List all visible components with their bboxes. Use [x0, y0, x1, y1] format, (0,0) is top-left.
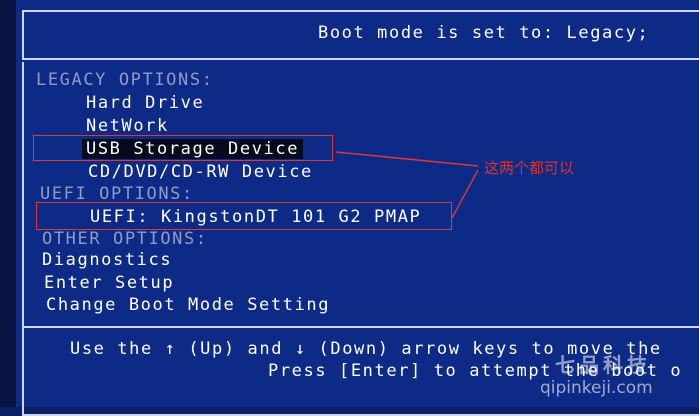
boot-item-change-boot-mode[interactable]: Change Boot Mode Setting	[46, 295, 330, 315]
boot-item-enter-setup[interactable]: Enter Setup	[44, 273, 174, 293]
annotation-box-usb	[33, 135, 333, 161]
annotation-text: 这两个都可以	[484, 159, 575, 177]
watermark-url: qipinkeji.com	[540, 378, 653, 398]
boot-item-cd-dvd[interactable]: CD/DVD/CD-RW Device	[88, 162, 313, 182]
watermark-cn: 七品科技	[555, 353, 651, 377]
boot-mode-text: Boot mode is set to: Legacy;	[318, 23, 650, 43]
other-options-header: OTHER OPTIONS:	[42, 229, 208, 249]
annotation-arrows	[335, 151, 479, 219]
boot-item-hard-drive[interactable]: Hard Drive	[86, 93, 204, 113]
boot-item-diagnostics[interactable]: Diagnostics	[42, 250, 172, 270]
boot-item-network[interactable]: NetWork	[86, 116, 169, 136]
legacy-options-header: LEGACY OPTIONS:	[36, 70, 214, 90]
monitor-bezel	[0, 0, 16, 407]
uefi-options-header: UEFI OPTIONS:	[40, 184, 194, 204]
